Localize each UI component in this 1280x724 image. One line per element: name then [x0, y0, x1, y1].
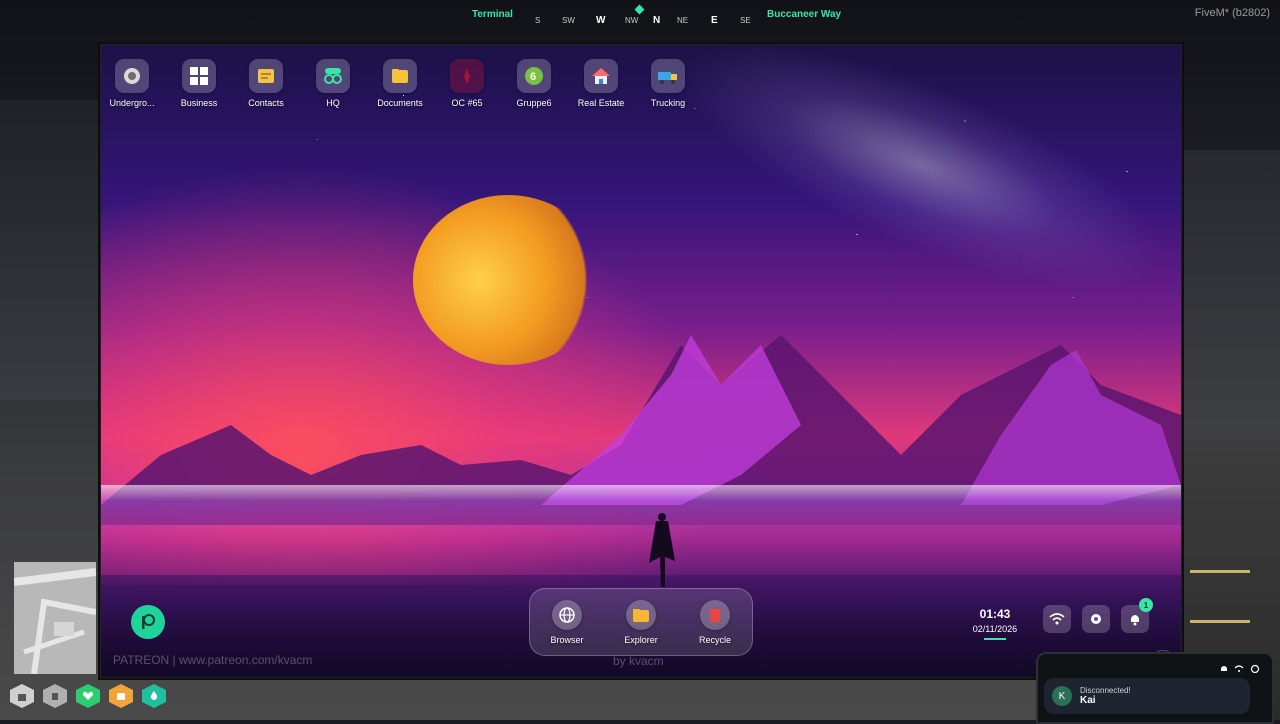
house-icon	[584, 59, 618, 93]
hunger-status	[109, 684, 133, 708]
app-documents[interactable]: Documents	[377, 59, 423, 108]
app-business[interactable]: Business	[178, 59, 220, 108]
app-label: OC #65	[451, 98, 483, 108]
truck-icon	[651, 59, 685, 93]
gruppe6-icon: 6	[517, 59, 551, 93]
health-status	[10, 684, 34, 708]
avatar: K	[1052, 686, 1072, 706]
app-hq[interactable]: HQ	[312, 59, 354, 108]
compass-dir: N	[653, 15, 661, 26]
credit-text: by kvacm	[613, 654, 664, 668]
app-label: Gruppe6	[516, 98, 552, 108]
compass-dir: NW	[625, 16, 639, 25]
app-label: Documents	[377, 98, 423, 108]
desktop-app-icons: Undergro... Business Contacts HQ Documen…	[109, 59, 689, 108]
wifi-button[interactable]	[1043, 605, 1071, 633]
app-underground[interactable]: Undergro...	[109, 59, 155, 108]
contacts-card-icon	[249, 59, 283, 93]
compass-dir: E	[711, 15, 718, 26]
silhouette-figure	[649, 513, 675, 587]
heart-icon	[83, 691, 93, 700]
dock-label: Explorer	[624, 634, 658, 645]
armor-status	[43, 684, 67, 708]
globe-icon	[552, 599, 582, 630]
compass-dir: NE	[677, 16, 689, 25]
oc-icon	[450, 59, 484, 93]
grid-icon	[182, 59, 216, 93]
turbo-icon	[115, 59, 149, 93]
app-real-estate[interactable]: Real Estate	[577, 59, 625, 108]
thirst-status	[142, 684, 166, 708]
food-icon	[117, 693, 125, 700]
desktop-clock: 01:43 02/11/2026	[965, 607, 1025, 640]
notification-title: Disconnected!	[1080, 686, 1131, 695]
hq-mask-icon	[316, 59, 350, 93]
shield-icon	[52, 693, 58, 700]
wifi-icon	[1049, 613, 1065, 625]
patreon-watermark: PATREON | www.patreon.com/kvacm	[113, 653, 313, 667]
app-label: Trucking	[650, 98, 686, 108]
street-name-right: Buccaneer Way	[767, 9, 842, 20]
compass-heading-marker	[634, 4, 645, 15]
folder-icon	[626, 599, 656, 630]
compass-dir: S	[535, 16, 541, 25]
app-label: Business	[180, 98, 218, 108]
phone-status-bar	[1220, 664, 1260, 673]
signal-icon	[1250, 664, 1260, 673]
wifi-icon	[1234, 665, 1244, 672]
compass-dir: SE	[740, 16, 751, 25]
bell-icon	[1131, 615, 1139, 626]
building-left	[0, 100, 100, 400]
settings-button[interactable]	[1082, 605, 1110, 633]
road-marking	[1190, 570, 1250, 573]
app-gruppe6[interactable]: 6 Gruppe6	[513, 59, 555, 108]
app-trucking[interactable]: Trucking	[647, 59, 689, 108]
clock-date: 02/11/2026	[972, 624, 1018, 634]
app-label: Undergro...	[109, 98, 155, 108]
patreon-button[interactable]	[131, 605, 165, 639]
clock-time: 01:43	[979, 607, 1011, 621]
street-name-left: Terminal	[472, 9, 513, 20]
compass-hud: Terminal S SW W NW N NE E SE Buccaneer W…	[470, 4, 850, 28]
drop-icon	[150, 691, 158, 700]
dock-explorer[interactable]: Explorer	[620, 599, 662, 645]
status-indicators	[10, 684, 166, 708]
app-label: Contacts	[248, 98, 284, 108]
clock-underline	[984, 638, 1006, 640]
dock-recycle[interactable]: Recycle	[694, 599, 736, 645]
home-icon	[18, 694, 26, 701]
compass-dir: W	[596, 15, 606, 26]
svg-text:6: 6	[530, 71, 536, 83]
app-oc-65[interactable]: OC #65	[446, 59, 488, 108]
notification-count-badge: 1	[1139, 598, 1153, 612]
phone: K Disconnected! Kai	[1036, 652, 1274, 724]
dock-label: Browser	[550, 634, 584, 645]
notification-name: Kai	[1080, 695, 1096, 706]
dock-label: Recycle	[698, 634, 731, 645]
gear-icon	[1091, 614, 1101, 624]
minimap	[14, 562, 96, 674]
patreon-icon	[142, 614, 155, 629]
dock-browser[interactable]: Browser	[546, 599, 588, 645]
bell-icon	[1221, 666, 1227, 671]
road-marking	[1190, 620, 1250, 623]
folder-icon	[383, 59, 417, 93]
server-tag: FiveM* (b2802)	[1194, 7, 1270, 19]
app-label: Real Estate	[577, 98, 625, 108]
app-label: HQ	[326, 98, 340, 108]
building-right	[1180, 150, 1280, 450]
laptop-desktop: Undergro... Business Contacts HQ Documen…	[100, 44, 1182, 678]
app-contacts[interactable]: Contacts	[245, 59, 287, 108]
disconnect-notification[interactable]: K Disconnected! Kai	[1044, 678, 1250, 714]
dock: Browser Explorer Recycle	[529, 588, 753, 656]
heart-status	[76, 684, 100, 708]
compass-dir: SW	[562, 16, 575, 25]
trash-icon	[700, 599, 730, 630]
